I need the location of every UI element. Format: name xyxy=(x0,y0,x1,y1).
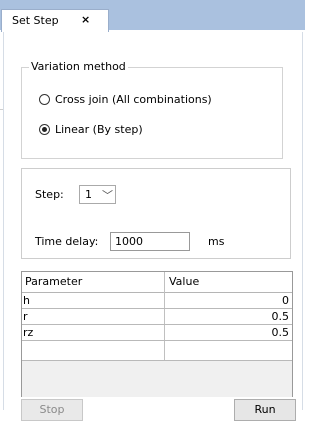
tab-set-step[interactable]: Set Step × xyxy=(1,9,109,32)
table-row[interactable]: rz 0.5 xyxy=(22,325,292,341)
radio-linear-indicator[interactable] xyxy=(39,124,50,135)
tab-title: Set Step xyxy=(12,14,59,27)
row-parameter: rz xyxy=(23,326,34,339)
radio-cross-join[interactable]: Cross join (All combinations) xyxy=(39,93,212,106)
step-select[interactable]: 1 ﹀ xyxy=(79,185,116,204)
step-value: 1 xyxy=(85,188,92,201)
radio-cross-join-label: Cross join (All combinations) xyxy=(55,93,212,106)
time-delay-input[interactable]: 1000 xyxy=(110,232,190,251)
step-settings-group: Step: 1 ﹀ Time delay: 1000 ms xyxy=(21,168,291,259)
radio-linear-label: Linear (By step) xyxy=(55,123,143,136)
variation-method-group: Variation method Cross join (All combina… xyxy=(21,60,283,159)
close-icon[interactable]: × xyxy=(81,13,90,26)
row-value[interactable]: 0 xyxy=(282,294,289,307)
parameter-table: Parameter Value h 0 r 0.5 rz 0.5 xyxy=(21,271,293,397)
header-value[interactable]: Value xyxy=(169,275,199,288)
time-delay-label: Time delay: xyxy=(35,235,99,248)
row-parameter: r xyxy=(23,310,28,323)
variation-method-legend: Variation method xyxy=(29,60,128,73)
table-empty-area xyxy=(22,360,292,397)
radio-cross-join-indicator[interactable] xyxy=(39,94,50,105)
chevron-down-icon: ﹀ xyxy=(102,189,113,202)
step-label: Step: xyxy=(35,188,64,201)
tab-strip: Set Step × xyxy=(0,0,305,32)
header-parameter[interactable]: Parameter xyxy=(25,275,82,288)
stop-button[interactable]: Stop xyxy=(21,399,83,421)
radio-linear[interactable]: Linear (By step) xyxy=(39,123,143,136)
table-header: Parameter Value xyxy=(22,272,292,293)
time-delay-unit: ms xyxy=(208,235,225,248)
row-parameter: h xyxy=(23,294,30,307)
table-row[interactable]: h 0 xyxy=(22,293,292,309)
row-value[interactable]: 0.5 xyxy=(272,326,290,339)
run-button[interactable]: Run xyxy=(234,399,296,421)
table-row[interactable]: r 0.5 xyxy=(22,309,292,325)
time-delay-value: 1000 xyxy=(115,235,143,248)
row-value[interactable]: 0.5 xyxy=(272,310,290,323)
